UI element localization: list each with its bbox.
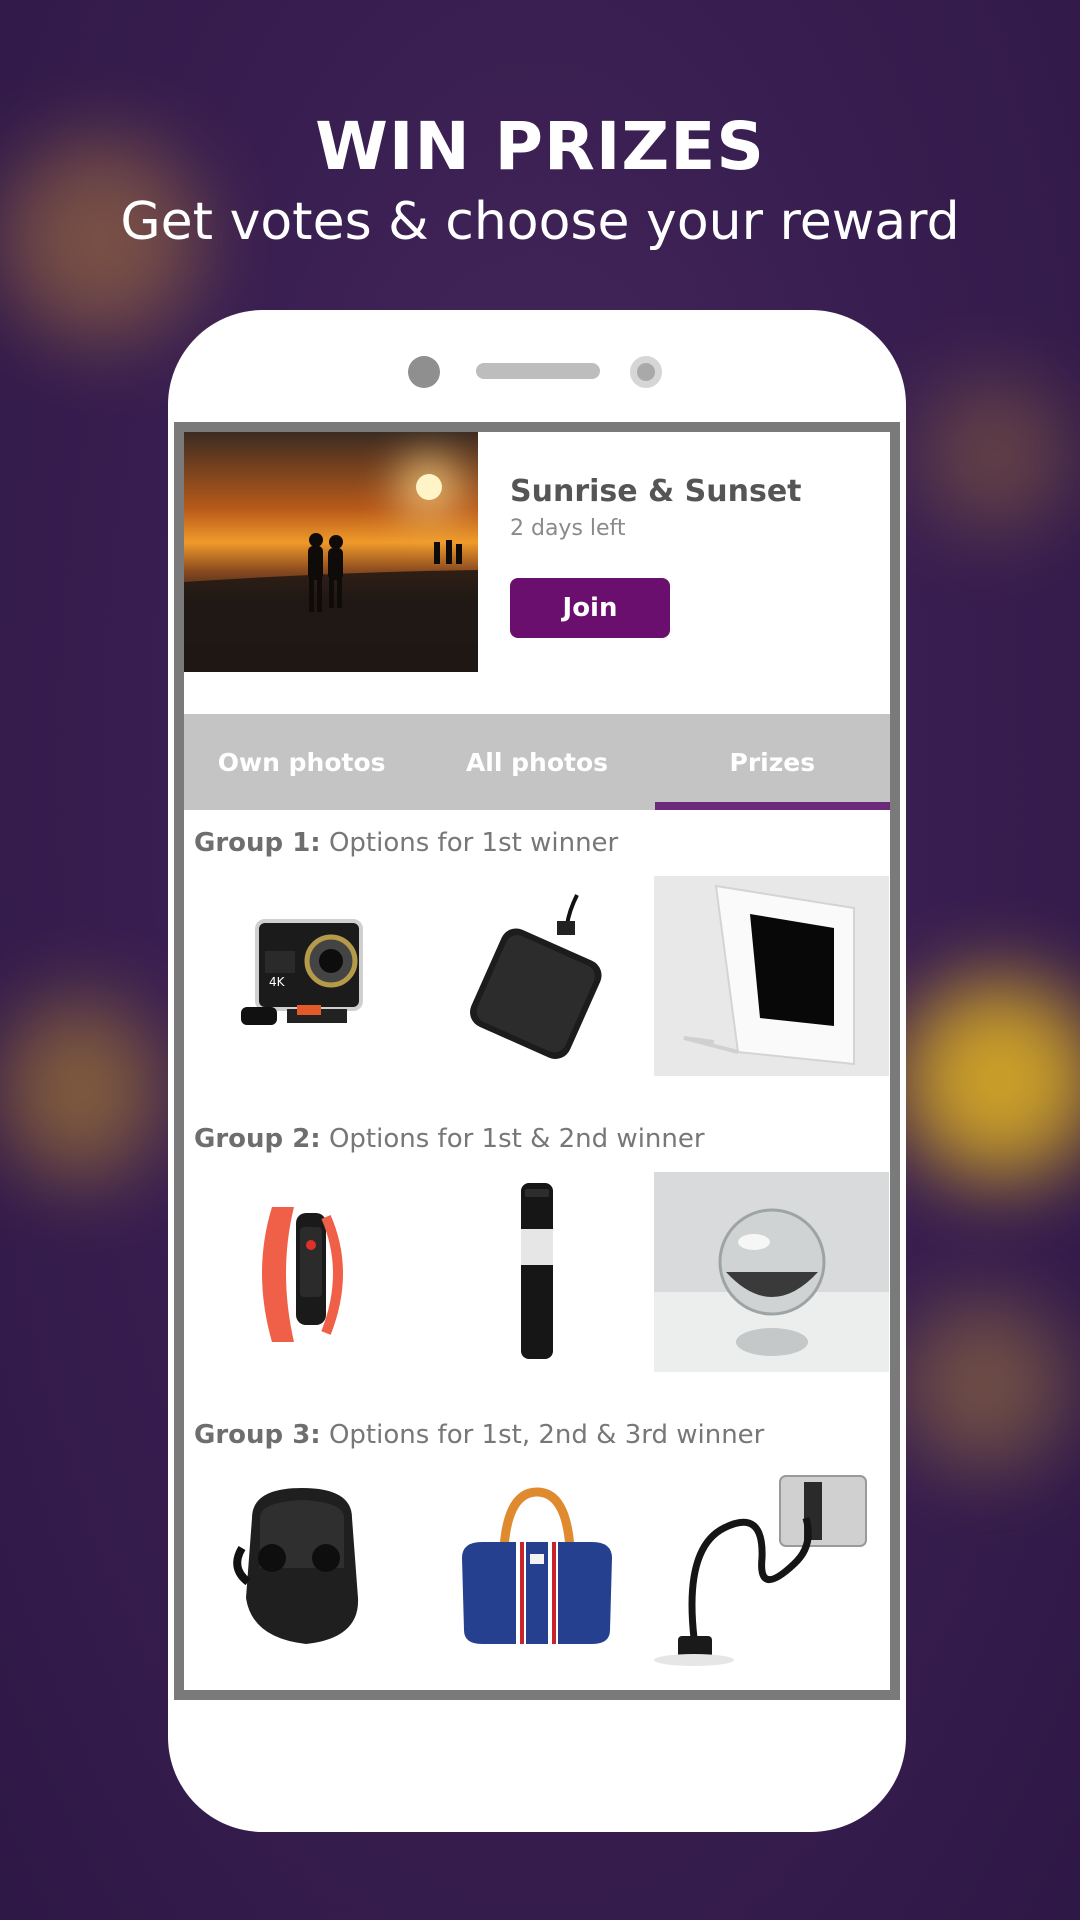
prize-duffel-bag[interactable] (419, 1468, 654, 1668)
challenge-title: Sunrise & Sunset (510, 474, 802, 509)
bokeh-light (900, 980, 1080, 1180)
prize-fitness-band[interactable] (184, 1172, 419, 1372)
group-3-title: Group 3: Options for 1st, 2nd & 3rd winn… (194, 1420, 764, 1450)
lens-ball-icon (654, 1172, 889, 1372)
wireless-earbuds-icon (232, 1488, 358, 1644)
prize-earbuds[interactable] (184, 1468, 419, 1668)
speaker-grille-icon (476, 363, 600, 379)
join-button[interactable]: Join (510, 578, 670, 638)
svg-text:4K: 4K (269, 975, 286, 989)
flexible-phone-holder-icon (654, 1475, 867, 1666)
digital-photo-frame-icon (654, 876, 889, 1076)
prize-lens-ball[interactable] (654, 1172, 889, 1372)
group-1-title: Group 1: Options for 1st winner (194, 828, 618, 858)
bokeh-light (900, 1300, 1070, 1470)
tab-bar: Own photos All photos Prizes (184, 714, 890, 810)
travel-coffee-press-icon (520, 1183, 553, 1359)
prize-phone-holder[interactable] (654, 1468, 889, 1668)
prize-row-group-1: 4K (184, 876, 890, 1076)
bokeh-light (0, 1000, 160, 1180)
group-2-title: Group 2: Options for 1st & 2nd winner (194, 1124, 705, 1154)
group-3-name: Group 3: (194, 1420, 321, 1450)
bokeh-light (920, 380, 1070, 530)
beach-silhouette-icon (184, 533, 478, 672)
prize-action-camera[interactable]: 4K (184, 876, 419, 1076)
external-hard-drive-icon (469, 894, 602, 1059)
tab-all-photos[interactable]: All photos (419, 714, 654, 810)
group-1-description: Options for 1st winner (328, 828, 619, 858)
group-1-name: Group 1: (194, 828, 321, 858)
app-screen: Sunrise & Sunset 2 days left Join Own ph… (174, 422, 900, 1700)
time-left-label: 2 days left (510, 516, 626, 541)
prize-row-group-2 (184, 1172, 890, 1372)
group-3-description: Options for 1st, 2nd & 3rd winner (328, 1420, 765, 1450)
group-2-description: Options for 1st & 2nd winner (328, 1124, 705, 1154)
duffel-bag-icon (461, 1487, 612, 1644)
prize-photo-frame[interactable] (654, 876, 889, 1076)
tab-own-photos[interactable]: Own photos (184, 714, 419, 810)
prize-hard-drive[interactable] (419, 876, 654, 1076)
challenge-photo[interactable] (184, 432, 478, 672)
prize-coffee-press[interactable] (419, 1172, 654, 1372)
fitness-band-icon (261, 1207, 343, 1342)
action-camera-icon: 4K (240, 919, 363, 1025)
prize-row-group-3 (184, 1468, 890, 1668)
group-2-name: Group 2: (194, 1124, 321, 1154)
tab-prizes[interactable]: Prizes (654, 714, 890, 810)
challenge-card: Sunrise & Sunset 2 days left Join (184, 432, 890, 714)
page-subtitle: Get votes & choose your reward (120, 192, 960, 252)
page-title: WIN PRIZES (315, 108, 765, 185)
front-camera-icon (630, 356, 662, 388)
front-sensor-icon (408, 356, 440, 388)
phone-mockup: Sunrise & Sunset 2 days left Join Own ph… (168, 310, 906, 1832)
